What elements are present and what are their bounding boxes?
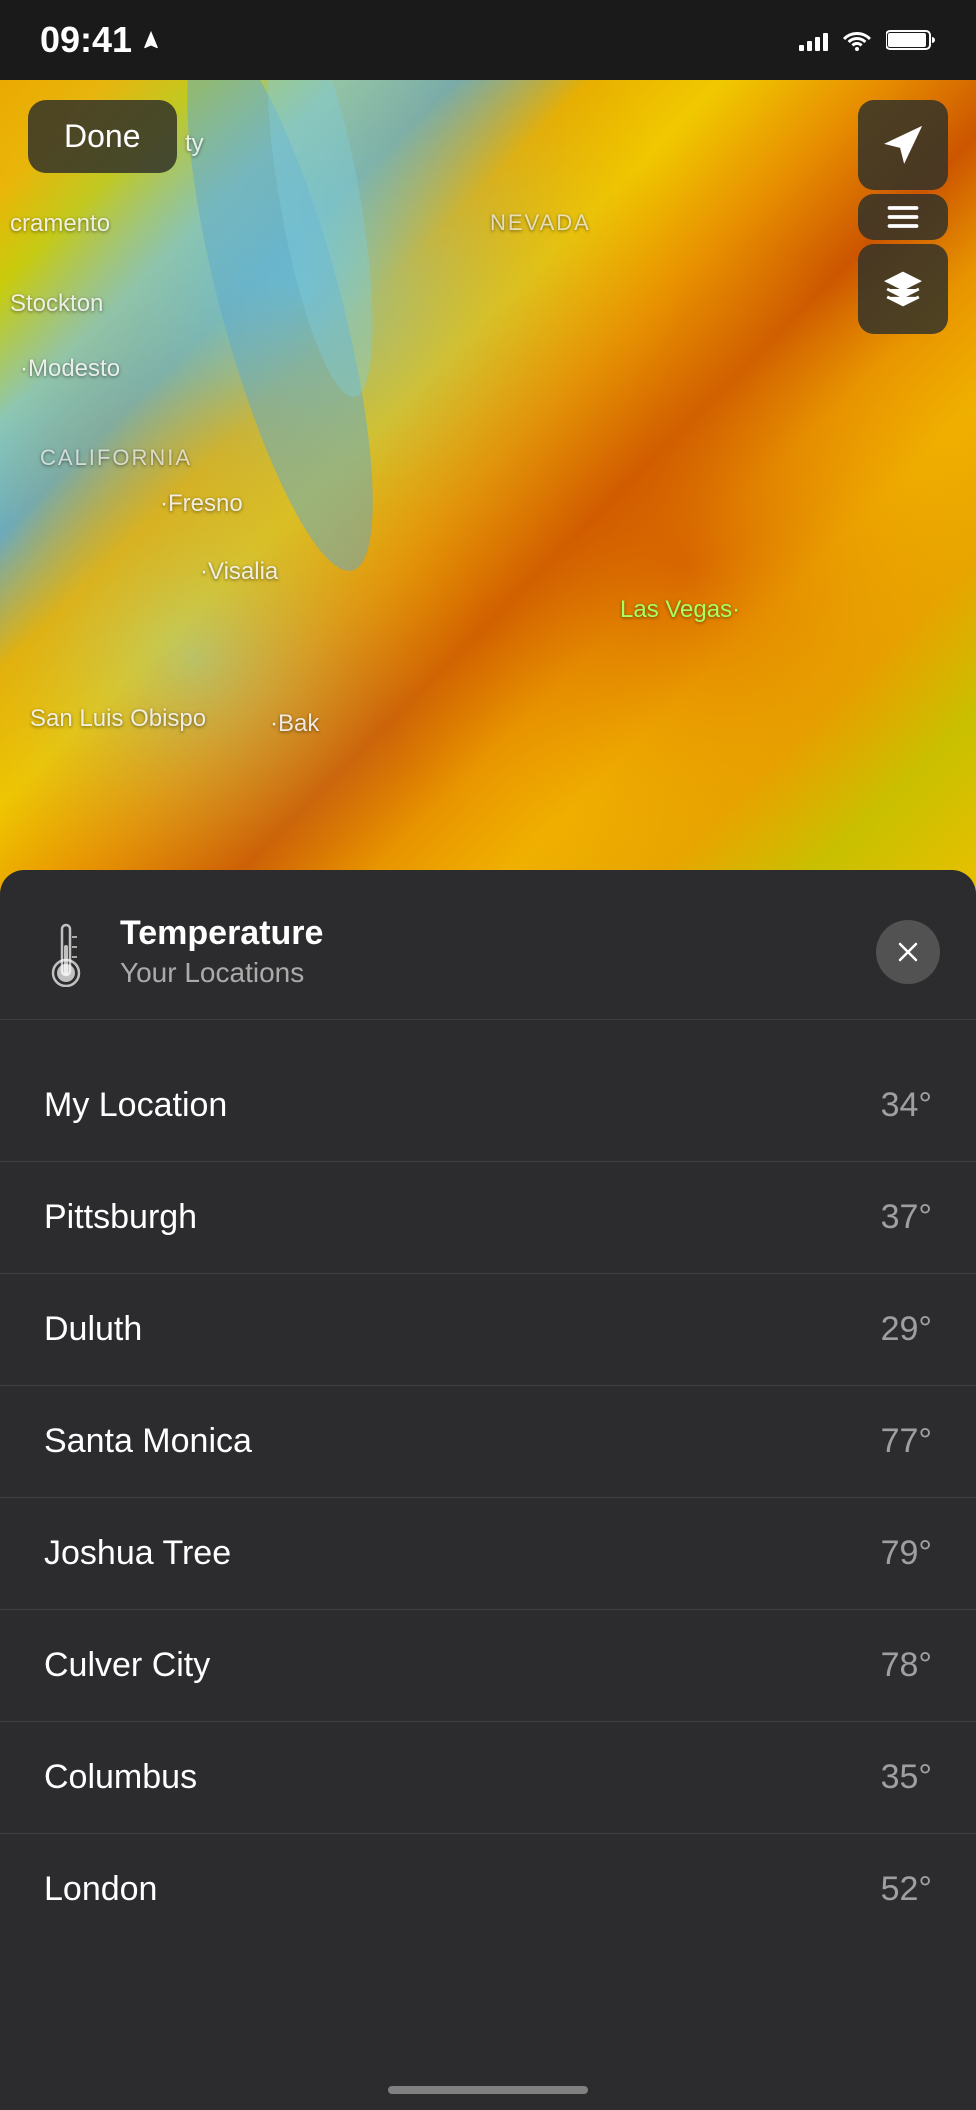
close-icon — [894, 938, 922, 966]
location-temp: 52° — [881, 1870, 932, 1909]
location-item[interactable]: Columbus 35° — [0, 1722, 976, 1834]
list-button[interactable] — [858, 194, 948, 240]
location-temp: 78° — [881, 1646, 932, 1685]
layers-icon — [884, 270, 922, 308]
location-temp: 79° — [881, 1534, 932, 1573]
bottom-sheet: Temperature Your Locations My Location 34… — [0, 870, 976, 2110]
location-name: Pittsburgh — [44, 1198, 197, 1237]
thermometer-icon — [36, 922, 96, 982]
location-item[interactable]: Culver City 78° — [0, 1610, 976, 1722]
close-button[interactable] — [876, 920, 940, 984]
status-icons — [799, 28, 936, 52]
done-button[interactable]: Done — [28, 100, 177, 173]
location-name: Duluth — [44, 1310, 142, 1349]
location-item[interactable]: Pittsburgh 37° — [0, 1162, 976, 1274]
location-temp: 37° — [881, 1198, 932, 1237]
location-item[interactable]: My Location 34° — [0, 1050, 976, 1162]
location-item[interactable]: Duluth 29° — [0, 1274, 976, 1386]
layers-button[interactable] — [858, 244, 948, 334]
sheet-header: Temperature Your Locations — [0, 870, 976, 1020]
signal-strength-icon — [799, 29, 828, 51]
time-display: 09:41 — [40, 19, 132, 61]
home-indicator — [388, 2086, 588, 2094]
location-item[interactable]: Santa Monica 77° — [0, 1386, 976, 1498]
location-temp: 29° — [881, 1310, 932, 1349]
sheet-title-area: Temperature Your Locations — [120, 914, 876, 989]
list-icon — [884, 202, 922, 232]
location-temp: 77° — [881, 1422, 932, 1461]
battery-icon — [886, 28, 936, 52]
location-name: Culver City — [44, 1646, 210, 1685]
location-name: Santa Monica — [44, 1422, 252, 1461]
locations-list: My Location 34° Pittsburgh 37° Duluth 29° Sant… — [0, 1020, 976, 1975]
map-controls — [858, 100, 948, 334]
sheet-subtitle: Your Locations — [120, 957, 876, 989]
location-name: Columbus — [44, 1758, 197, 1797]
navigate-icon — [884, 126, 922, 164]
location-item[interactable]: London 52° — [0, 1834, 976, 1945]
location-button[interactable] — [858, 100, 948, 190]
sheet-title: Temperature — [120, 914, 876, 953]
location-item[interactable]: Joshua Tree 79° — [0, 1498, 976, 1610]
status-bar: 09:41 — [0, 0, 976, 80]
location-arrow-icon — [140, 29, 162, 51]
location-name: My Location — [44, 1086, 227, 1125]
location-name: Joshua Tree — [44, 1534, 231, 1573]
location-temp: 35° — [881, 1758, 932, 1797]
location-temp: 34° — [881, 1086, 932, 1125]
wifi-icon — [842, 29, 872, 51]
location-name: London — [44, 1870, 157, 1909]
status-time: 09:41 — [40, 19, 162, 61]
